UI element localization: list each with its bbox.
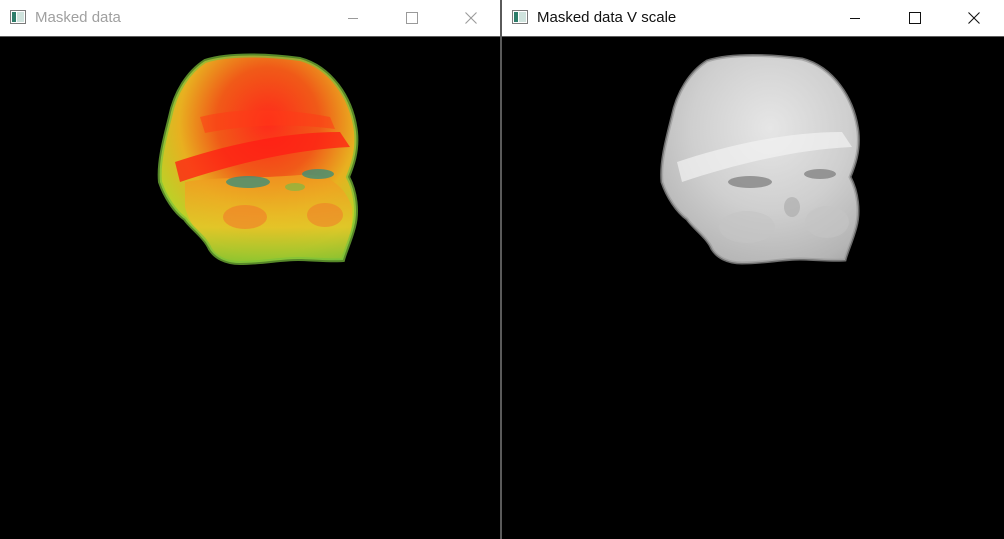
- window-title: Masked data: [35, 9, 121, 26]
- window-title: Masked data V scale: [537, 9, 677, 26]
- minimize-icon: [850, 18, 860, 19]
- masked-face-grayscale: [660, 54, 860, 265]
- app-image-icon: [512, 10, 528, 24]
- image-canvas[interactable]: [0, 37, 501, 539]
- desktop: Masked data Masked data V scale: [0, 0, 1004, 539]
- minimize-icon: [348, 18, 358, 19]
- app-image-icon: [10, 10, 26, 24]
- window-masked-data-v-scale[interactable]: Masked data V scale: [502, 0, 1004, 539]
- minimize-button[interactable]: [330, 0, 376, 36]
- close-button[interactable]: [448, 0, 494, 36]
- maximize-button[interactable]: [389, 0, 435, 36]
- window-masked-data[interactable]: Masked data: [0, 0, 501, 539]
- close-button[interactable]: [951, 0, 997, 36]
- minimize-button[interactable]: [832, 0, 878, 36]
- image-canvas[interactable]: [502, 37, 1004, 539]
- maximize-icon: [909, 12, 921, 24]
- maximize-icon: [406, 12, 418, 24]
- title-bar[interactable]: Masked data: [0, 0, 501, 37]
- close-icon: [968, 12, 980, 24]
- close-icon: [465, 12, 477, 24]
- masked-face-heatmap: [157, 53, 359, 266]
- maximize-button[interactable]: [892, 0, 938, 36]
- title-bar[interactable]: Masked data V scale: [502, 0, 1004, 37]
